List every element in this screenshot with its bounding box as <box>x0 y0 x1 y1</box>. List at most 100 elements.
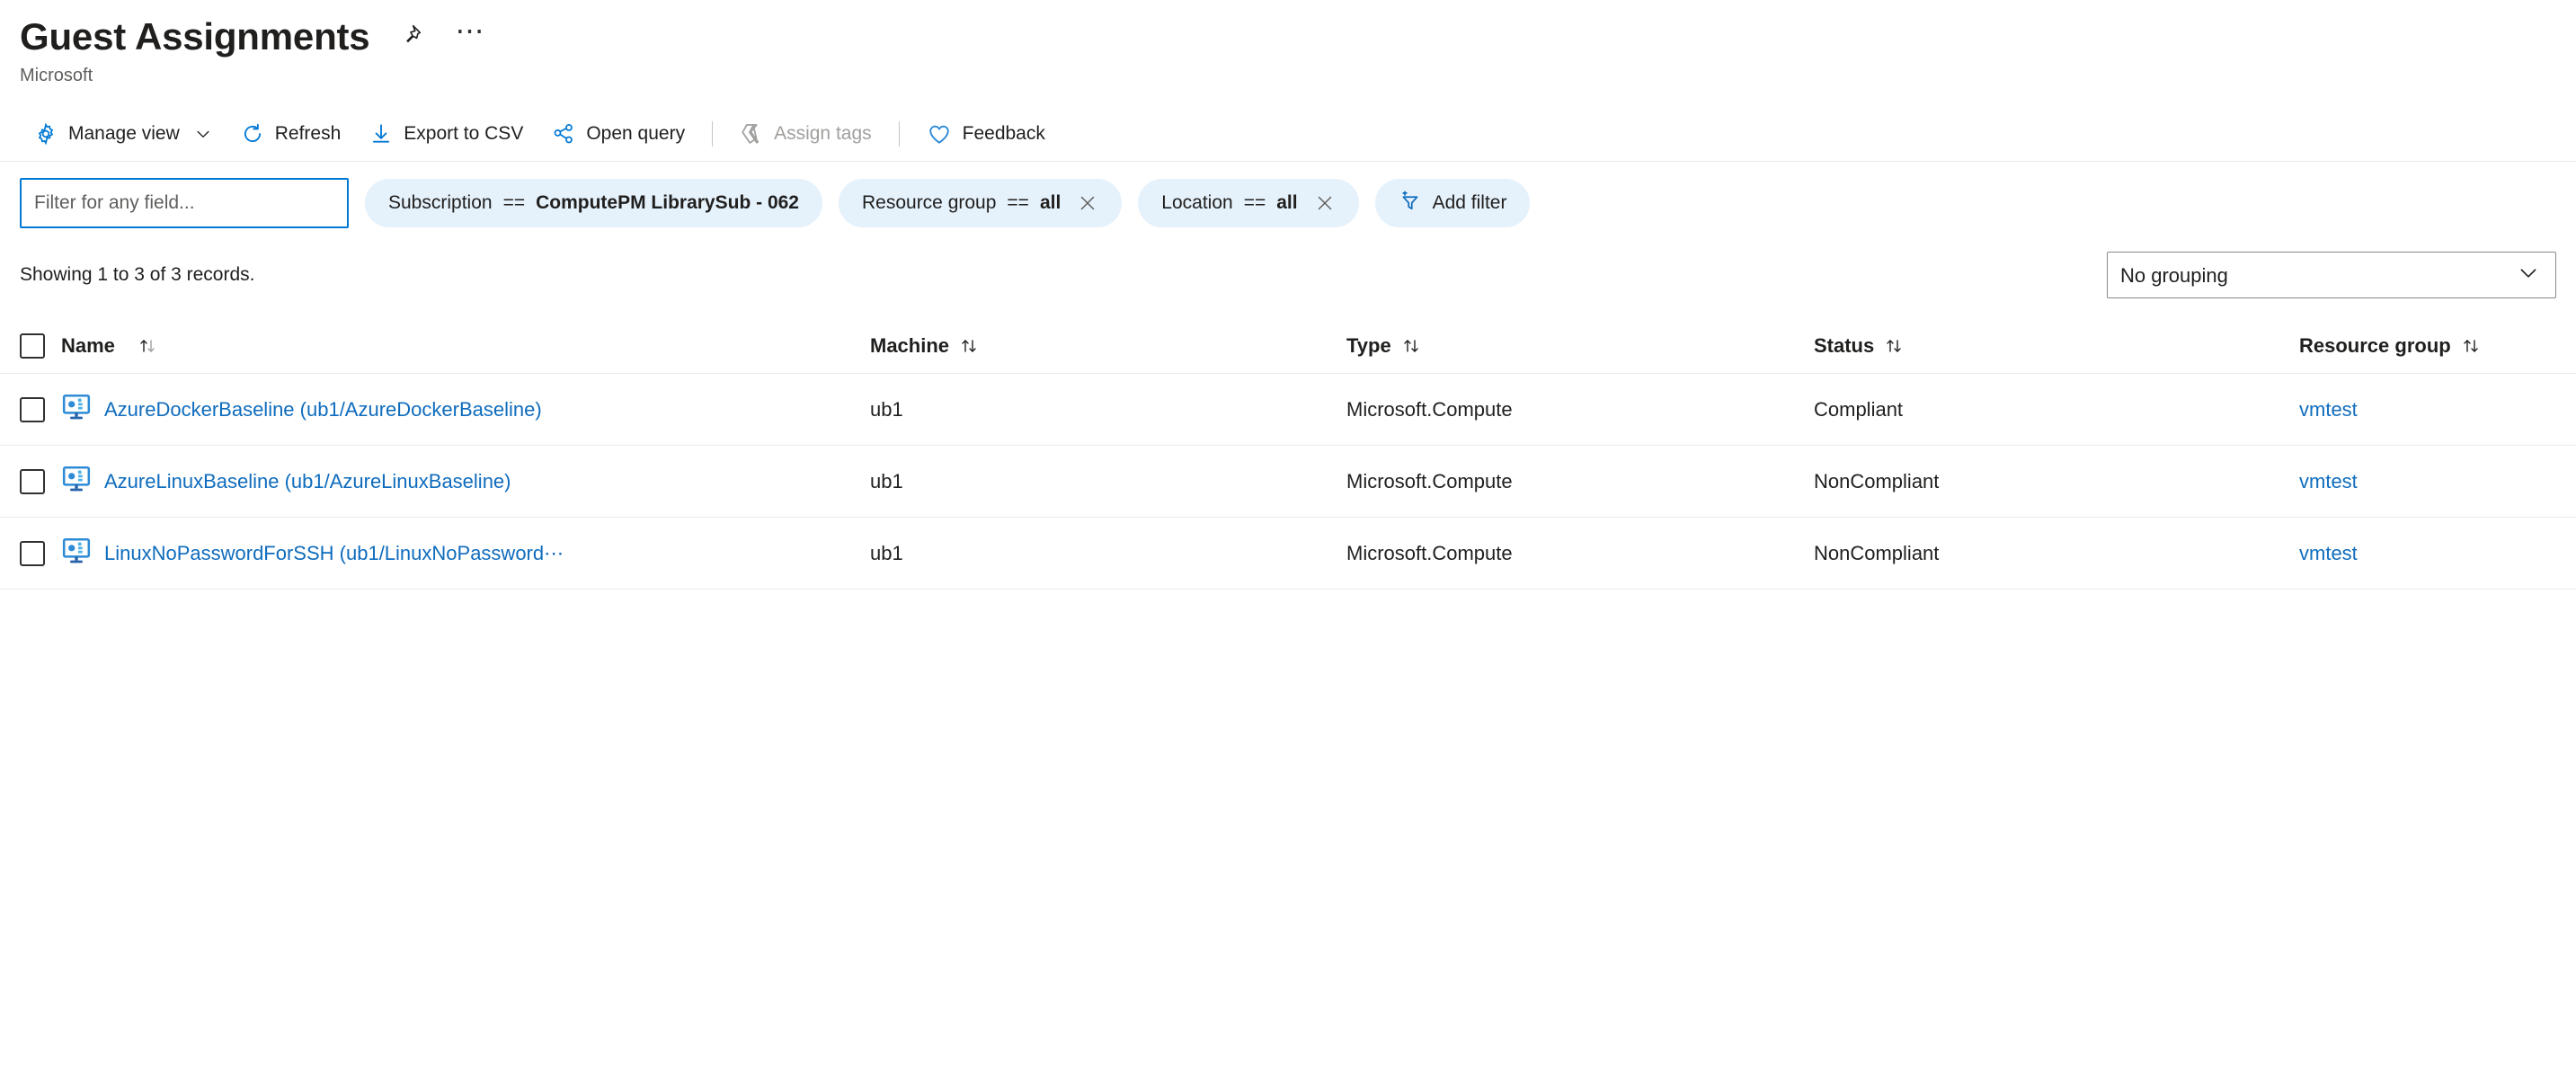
filter-pill-location[interactable]: Location == all <box>1138 179 1359 228</box>
cell-name: AzureLinuxBaseline (ub1/AzureLinuxBaseli… <box>61 464 870 500</box>
ellipsis-icon: ⋯ <box>455 14 486 48</box>
column-header-status[interactable]: Status <box>1814 334 2299 358</box>
cell-resource-group: vmtest <box>2299 470 2576 493</box>
sort-icon <box>137 335 158 357</box>
select-all-cell <box>20 333 61 359</box>
cell-type: Microsoft.Compute <box>1346 469 1513 492</box>
refresh-button[interactable]: Refresh <box>227 114 356 154</box>
filter-pill-location-value: all <box>1276 192 1298 214</box>
heart-icon <box>927 121 952 146</box>
filter-pill-resource-group-operator: == <box>1007 192 1029 214</box>
grouping-control: No grouping <box>2107 252 2556 299</box>
guest-assignment-monitor-icon <box>61 392 92 428</box>
feedback-button[interactable]: Feedback <box>912 114 1060 154</box>
row-name-link[interactable]: AzureDockerBaseline (ub1/AzureDockerBase… <box>104 398 542 421</box>
select-all-checkbox[interactable] <box>20 333 45 359</box>
add-filter-icon <box>1399 189 1422 217</box>
guest-assignment-monitor-icon <box>61 464 92 500</box>
column-header-resource-group[interactable]: Resource group <box>2299 334 2576 358</box>
filter-bar: Subscription == ComputePM LibrarySub - 0… <box>0 162 2576 229</box>
table-row[interactable]: AzureDockerBaseline (ub1/AzureDockerBase… <box>0 374 2576 447</box>
column-header-machine-label: Machine <box>870 333 950 357</box>
cell-name: LinuxNoPasswordForSSH (ub1/LinuxNoPasswo… <box>61 536 870 572</box>
sort-icon <box>2460 335 2482 357</box>
pin-button[interactable] <box>393 19 429 55</box>
chevron-down-icon <box>194 125 212 143</box>
download-icon <box>369 122 393 146</box>
open-query-label: Open query <box>586 122 686 144</box>
add-filter-label: Add filter <box>1432 192 1507 214</box>
column-header-machine[interactable]: Machine <box>870 334 1346 358</box>
resource-group-link[interactable]: vmtest <box>2299 542 2358 564</box>
filter-pill-subscription[interactable]: Subscription == ComputePM LibrarySub - 0… <box>365 179 822 228</box>
resource-group-link[interactable]: vmtest <box>2299 470 2358 492</box>
cell-resource-group: vmtest <box>2299 398 2576 421</box>
gear-icon <box>34 122 58 146</box>
sort-icon <box>1883 335 1905 357</box>
page-subtitle: Microsoft <box>20 66 93 86</box>
cell-status: NonCompliant <box>1814 469 1940 492</box>
title-row: Guest Assignments ⋯ <box>20 14 2576 58</box>
page-header: Guest Assignments ⋯ Microsoft <box>0 0 2576 86</box>
toolbar-divider-2 <box>898 120 900 146</box>
manage-view-button[interactable]: Manage view <box>20 114 227 154</box>
row-checkbox[interactable] <box>20 396 45 422</box>
resource-group-link[interactable]: vmtest <box>2299 398 2358 421</box>
row-select-cell <box>20 468 61 494</box>
export-to-csv-label: Export to CSV <box>404 122 524 144</box>
filter-pill-resource-group-value: all <box>1039 192 1061 214</box>
refresh-icon <box>241 122 264 146</box>
filter-pill-resource-group-field: Resource group <box>861 192 997 214</box>
records-count-text: Showing 1 to 3 of 3 records. <box>20 264 255 286</box>
filter-pill-subscription-operator: == <box>502 192 526 214</box>
cell-resource-group: vmtest <box>2299 542 2576 565</box>
table-row[interactable]: LinuxNoPasswordForSSH (ub1/LinuxNoPasswo… <box>0 518 2576 590</box>
cell-machine: ub1 <box>870 541 903 564</box>
filter-pill-location-field: Location <box>1161 192 1233 214</box>
refresh-label: Refresh <box>274 122 342 144</box>
remove-filter-resource-group-icon[interactable] <box>1077 192 1098 214</box>
tag-icon <box>740 122 763 146</box>
filter-pill-resource-group[interactable]: Resource group == all <box>838 179 1123 228</box>
toolbar-divider <box>712 120 714 146</box>
manage-view-label: Manage view <box>68 122 180 144</box>
sort-icon <box>958 335 980 357</box>
row-checkbox[interactable] <box>20 540 45 566</box>
cell-type: Microsoft.Compute <box>1346 541 1513 564</box>
filter-pill-location-operator: == <box>1243 192 1266 214</box>
search-input[interactable] <box>20 178 349 229</box>
row-checkbox[interactable] <box>20 468 45 494</box>
filter-pill-subscription-value: ComputePM LibrarySub - 062 <box>536 192 799 214</box>
table-header-row: Name Machine Type Status Resource group <box>0 318 2576 375</box>
cell-status: Compliant <box>1814 397 1904 421</box>
pin-icon <box>399 23 422 51</box>
assign-tags-button: Assign tags <box>725 114 886 154</box>
column-header-name[interactable]: Name <box>61 334 870 358</box>
page-title: Guest Assignments <box>20 15 370 58</box>
more-options-button[interactable]: ⋯ <box>452 14 488 55</box>
feedback-label: Feedback <box>962 122 1045 144</box>
column-header-type[interactable]: Type <box>1346 334 1814 358</box>
results-summary-row: Showing 1 to 3 of 3 records. No grouping <box>0 228 2576 299</box>
open-query-button[interactable]: Open query <box>537 114 699 154</box>
column-header-status-label: Status <box>1814 333 1875 357</box>
row-select-cell <box>20 396 61 422</box>
cell-type: Microsoft.Compute <box>1346 397 1513 421</box>
row-select-cell <box>20 540 61 566</box>
export-to-csv-button[interactable]: Export to CSV <box>355 114 537 154</box>
cell-machine: ub1 <box>870 397 903 421</box>
remove-filter-location-icon[interactable] <box>1314 192 1336 214</box>
grouping-select[interactable]: No grouping <box>2107 252 2556 299</box>
column-header-type-label: Type <box>1346 333 1391 357</box>
sort-icon <box>1400 335 1422 357</box>
row-name-link[interactable]: LinuxNoPasswordForSSH (ub1/LinuxNoPasswo… <box>104 542 564 565</box>
guest-assignments-table: Name Machine Type Status Resource group <box>0 318 2576 590</box>
add-filter-button[interactable]: Add filter <box>1374 179 1531 228</box>
guest-assignment-monitor-icon <box>61 536 92 572</box>
assign-tags-label: Assign tags <box>774 122 872 144</box>
row-name-link[interactable]: AzureLinuxBaseline (ub1/AzureLinuxBaseli… <box>104 470 511 493</box>
command-bar: Manage view Refresh Export to CSV Open q… <box>0 106 2576 163</box>
column-header-name-label: Name <box>61 333 115 357</box>
filter-pill-subscription-field: Subscription <box>388 192 493 214</box>
table-row[interactable]: AzureLinuxBaseline (ub1/AzureLinuxBaseli… <box>0 446 2576 519</box>
